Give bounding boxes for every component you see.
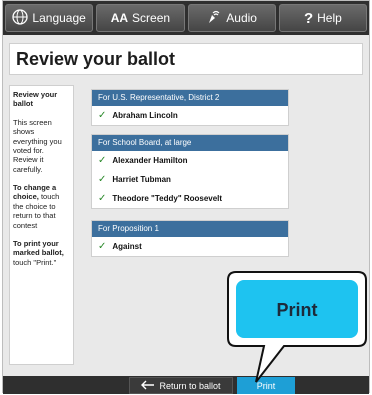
choice-label: Theodore "Teddy" Roosevelt xyxy=(112,194,223,203)
contest-proposition[interactable]: For Proposition 1 ✓ Against xyxy=(91,220,289,257)
help-icon: ? xyxy=(303,9,314,27)
text-size-icon: AA xyxy=(110,11,129,25)
return-to-ballot-button[interactable]: Return to ballot xyxy=(129,377,233,394)
choice-label: Against xyxy=(112,242,142,251)
screen-label: Screen xyxy=(132,11,171,25)
choice-item[interactable]: ✓ Alexander Hamilton xyxy=(92,151,288,170)
contest-school-board[interactable]: For School Board, at large ✓ Alexander H… xyxy=(91,134,289,209)
contest-header: For School Board, at large xyxy=(92,135,288,151)
contest-header: For Proposition 1 xyxy=(92,221,288,237)
callout-label: Print xyxy=(276,300,317,320)
choice-item[interactable]: ✓ Theodore "Teddy" Roosevelt xyxy=(92,189,288,208)
language-button[interactable]: Language xyxy=(5,4,94,32)
screen-button[interactable]: AA Screen xyxy=(96,4,185,32)
choice-item[interactable]: ✓ Harriet Tubman xyxy=(92,170,288,189)
help-print-text: touch "Print." xyxy=(13,257,57,267)
print-callout: Print xyxy=(222,268,368,386)
help-print-bold: To print your marked ballot, xyxy=(13,238,64,258)
help-label: Help xyxy=(317,11,342,25)
check-icon: ✓ xyxy=(98,155,107,166)
audio-label: Audio xyxy=(226,11,257,25)
contest-representative[interactable]: For U.S. Representative, District 2 ✓ Ab… xyxy=(91,89,289,126)
choice-item[interactable]: ✓ Abraham Lincoln xyxy=(92,106,288,125)
choice-label: Harriet Tubman xyxy=(112,175,171,184)
language-label: Language xyxy=(32,11,86,25)
contest-header: For U.S. Representative, District 2 xyxy=(92,90,288,106)
title-bar: Review your ballot xyxy=(9,43,363,75)
audio-button[interactable]: Audio xyxy=(187,4,276,32)
choice-item[interactable]: ✓ Against xyxy=(92,237,288,256)
choice-label: Alexander Hamilton xyxy=(112,156,188,165)
check-icon: ✓ xyxy=(98,174,107,185)
check-icon: ✓ xyxy=(98,241,107,252)
choice-label: Abraham Lincoln xyxy=(112,111,178,120)
help-button[interactable]: ? Help xyxy=(278,4,367,32)
return-label: Return to ballot xyxy=(159,380,221,391)
help-panel: Review your ballot This screen shows eve… xyxy=(9,85,74,365)
help-heading: Review your ballot xyxy=(13,90,58,109)
check-icon: ✓ xyxy=(98,193,107,204)
language-icon xyxy=(12,8,29,28)
arrow-left-icon xyxy=(141,380,155,392)
audio-icon xyxy=(206,9,222,28)
top-toolbar: Language AA Screen Audio ? Help xyxy=(3,1,369,35)
check-icon: ✓ xyxy=(98,110,107,121)
help-intro: This screen shows everything you voted f… xyxy=(13,117,62,174)
page-title: Review your ballot xyxy=(16,49,176,69)
